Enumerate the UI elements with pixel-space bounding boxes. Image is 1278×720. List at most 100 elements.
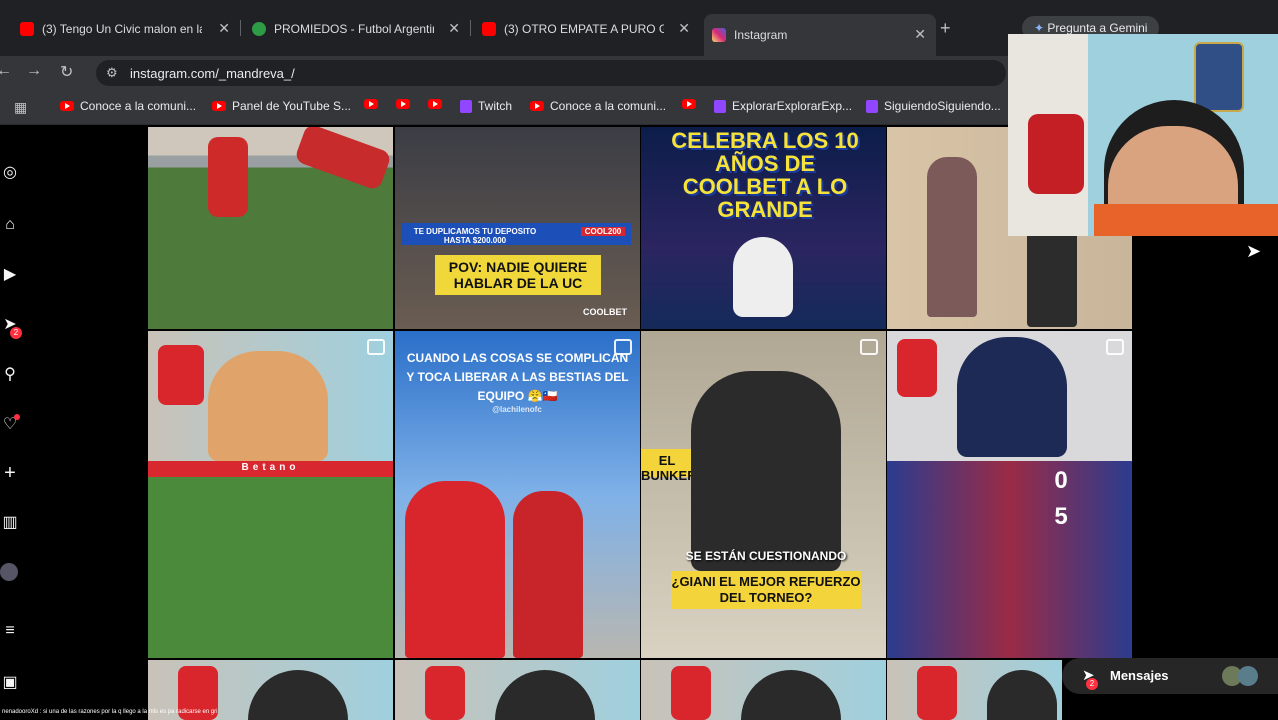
bookmark-item[interactable]: ExplorarExplorarExp... — [714, 99, 852, 113]
post-tile-10[interactable] — [395, 660, 640, 720]
search-icon[interactable]: ⚲ — [0, 365, 20, 385]
instagram-icon — [712, 28, 726, 42]
close-icon[interactable]: ✕ — [448, 20, 460, 37]
tab-youtube-empate[interactable]: (3) OTRO EMPATE A PURO GO ✕ — [482, 14, 690, 44]
streamer-figure — [987, 670, 1057, 720]
bookmark-item[interactable] — [364, 99, 384, 109]
notification-badge: 2 — [10, 327, 22, 339]
bookmark-item[interactable] — [428, 99, 448, 109]
post-tile-5[interactable]: Betano — [148, 331, 393, 658]
youtube-icon — [60, 101, 74, 111]
address-bar[interactable]: ⚙ instagram.com/_mandreva_/ — [96, 60, 1006, 86]
player-figure — [208, 137, 248, 217]
gemini-label: Pregunta a Gemini — [1047, 21, 1148, 35]
youtube-icon — [482, 22, 496, 36]
show-tag: EL BUNKER — [641, 453, 693, 483]
microphone — [158, 345, 204, 405]
person-figure — [927, 157, 977, 317]
post-tile-11[interactable] — [641, 660, 886, 720]
tab-instagram[interactable]: Instagram ✕ — [704, 14, 936, 56]
tab-youtube-civic[interactable]: (3) Tengo Un Civic malon en la ✕ — [20, 14, 230, 44]
post-subcaption: SE ESTÁN CUESTIONANDO — [685, 549, 847, 563]
player-card — [1194, 42, 1244, 112]
youtube-icon — [682, 99, 696, 109]
post-tile-2[interactable]: TE DUPLICAMOS TU DEPOSITO HASTA $200.000… — [395, 127, 640, 329]
forward-icon[interactable]: → — [26, 62, 42, 80]
bookmark-item[interactable]: Conoce a la comuni... — [530, 99, 666, 113]
reel-icon — [1106, 339, 1124, 355]
player-figure — [293, 127, 393, 192]
bookmark-label: ExplorarExplorarExp... — [732, 99, 853, 113]
bookmark-item[interactable]: Conoce a la comuni... — [60, 99, 196, 113]
site-info-icon[interactable]: ⚙ — [106, 65, 118, 81]
microphone — [917, 666, 957, 720]
apps-grid-icon[interactable]: ▦ — [14, 99, 27, 116]
post-caption: POV: NADIE QUIERE HABLAR DE LA UC — [435, 255, 601, 295]
post-handle: @lachilenofc — [492, 405, 542, 414]
reel-icon — [367, 339, 385, 355]
youtube-icon — [530, 101, 544, 111]
tab-promiedos[interactable]: PROMIEDOS - Futbol Argentin ✕ — [252, 14, 460, 44]
youtube-icon — [428, 99, 442, 109]
tab-title: Instagram — [734, 28, 788, 42]
twitch-icon — [866, 99, 878, 113]
soccer-ball-icon — [252, 22, 266, 36]
reel-icon — [860, 339, 878, 355]
bookmark-item[interactable]: Panel de YouTube S... — [212, 99, 351, 113]
bookmark-label: Conoce a la comuni... — [550, 99, 667, 113]
score-home: 0 — [1054, 467, 1068, 494]
bookmark-item-twitch[interactable]: Twitch — [460, 99, 512, 113]
menu-icon[interactable]: ≡ — [0, 621, 20, 641]
post-tile-12[interactable] — [887, 660, 1062, 720]
score-away: 5 — [1054, 503, 1068, 530]
url-text: instagram.com/_mandreva_/ — [130, 66, 295, 81]
youtube-icon — [20, 22, 34, 36]
bookmark-label: Twitch — [478, 99, 513, 113]
post-tile-7[interactable]: EL BUNKER SE ESTÁN CUESTIONANDO ¿GIANI E… — [641, 331, 886, 658]
messages-button[interactable]: ➤ 2 Mensajes — [1062, 658, 1278, 694]
more-apps-icon[interactable]: ▣ — [0, 673, 20, 693]
close-icon[interactable]: ✕ — [678, 20, 690, 37]
gemini-icon: ✦ — [1034, 21, 1048, 35]
new-tab-button[interactable]: + — [940, 18, 951, 39]
post-caption: CUANDO LAS COSAS SE COMPLICAN Y TOCA LIB… — [406, 351, 629, 403]
youtube-icon — [364, 99, 378, 109]
person-figure — [405, 481, 505, 658]
bookmark-item[interactable]: SiguiendoSiguiendo... — [866, 99, 1001, 113]
dashboard-icon[interactable]: ▥ — [0, 513, 20, 533]
messages-badge: 2 — [1086, 678, 1098, 690]
messages-label: Mensajes — [1110, 668, 1169, 683]
ad-text: Betano — [241, 462, 300, 473]
streamer-figure — [495, 670, 595, 720]
close-icon[interactable]: ✕ — [914, 26, 926, 43]
microphone — [425, 666, 465, 720]
tab-divider — [240, 20, 241, 36]
microphone — [897, 339, 937, 397]
bookmark-label: Conoce a la comuni... — [80, 99, 197, 113]
post-tile-3[interactable]: CELEBRA LOS 10 AÑOS DE COOLBET A LO GRAN… — [641, 127, 886, 329]
home-icon[interactable]: ⌂ — [0, 215, 20, 235]
microphone — [1028, 114, 1084, 194]
webcam-overlay — [1008, 34, 1278, 236]
reload-icon[interactable]: ↻ — [60, 62, 73, 82]
post-tile-8[interactable]: 0 5 — [887, 331, 1132, 658]
avatar — [1238, 666, 1258, 686]
players-photo — [887, 461, 1132, 658]
bookmark-label: Panel de YouTube S... — [232, 99, 351, 113]
close-icon[interactable]: ✕ — [218, 20, 230, 37]
promo-code: COOL200 — [581, 227, 625, 236]
streamer-figure — [208, 351, 328, 461]
post-tile-6[interactable]: CUANDO LAS COSAS SE COMPLICAN Y TOCA LIB… — [395, 331, 640, 658]
create-icon[interactable]: + — [0, 463, 20, 483]
reels-icon[interactable]: ▶ — [0, 265, 20, 285]
notification-dot — [14, 414, 20, 420]
post-tile-1[interactable] — [148, 127, 393, 329]
back-icon[interactable]: ← — [0, 62, 12, 80]
instagram-logo-icon[interactable]: ◎ — [0, 163, 20, 183]
bookmark-item[interactable] — [682, 99, 702, 109]
streamer-figure — [248, 670, 348, 720]
instagram-sidebar: ◎ ⌂ ▶ ➤ 2 ⚲ ♡ + ▥ ≡ ▣ — [0, 125, 30, 720]
profile-avatar[interactable] — [0, 563, 18, 581]
bookmark-item[interactable] — [396, 99, 416, 109]
youtube-icon — [212, 101, 226, 111]
